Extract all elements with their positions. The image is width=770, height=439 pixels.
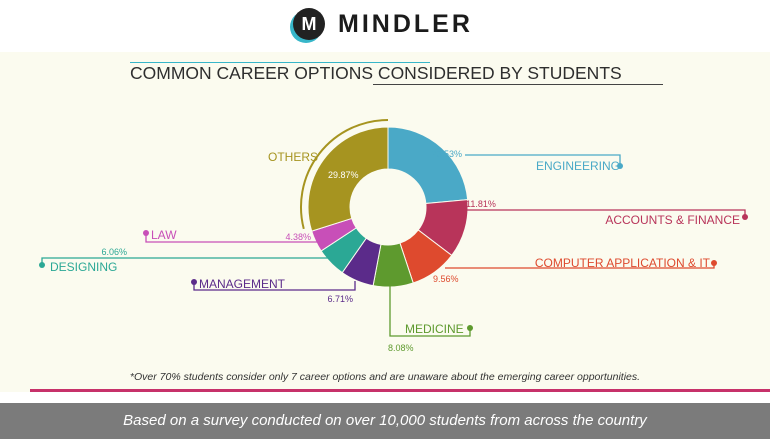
category-label-management: MANAGEMENT — [199, 277, 286, 291]
value-label-engineering: 23.53% — [431, 149, 462, 159]
category-label-others: OTHERS — [268, 150, 318, 164]
leader-dot-computer-application-it — [711, 260, 717, 266]
divider-line — [30, 389, 770, 392]
value-label-accounts-finance: 11.81% — [466, 199, 496, 209]
category-label-computer-application-it: COMPUTER APPLICATION & IT — [535, 256, 711, 270]
value-label-designing: 6.06% — [101, 247, 127, 257]
category-label-law: LAW — [151, 228, 177, 242]
category-label-engineering: ENGINEERING — [536, 159, 620, 173]
leader-dot-designing — [39, 262, 45, 268]
value-label-others: 29.87% — [328, 170, 359, 180]
value-label-management: 6.71% — [327, 294, 353, 304]
bottom-banner-text: Based on a survey conducted on over 10,0… — [123, 412, 647, 429]
value-label-computer-application-it: 9.56% — [433, 274, 459, 284]
leader-dot-accounts-finance — [742, 214, 748, 220]
leader-dot-law — [143, 230, 149, 236]
category-label-medicine: MEDICINE — [405, 322, 464, 336]
value-label-medicine: 8.08% — [388, 343, 414, 353]
footnote: *Over 70% students consider only 7 caree… — [129, 371, 641, 383]
slice-engineering — [387, 126, 469, 205]
leader-dot-medicine — [467, 325, 473, 331]
category-label-accounts-finance: ACCOUNTS & FINANCE — [605, 213, 740, 227]
leader-dot-management — [191, 279, 197, 285]
value-label-law: 4.38% — [285, 232, 311, 242]
category-label-designing: DESIGNING — [50, 260, 117, 274]
